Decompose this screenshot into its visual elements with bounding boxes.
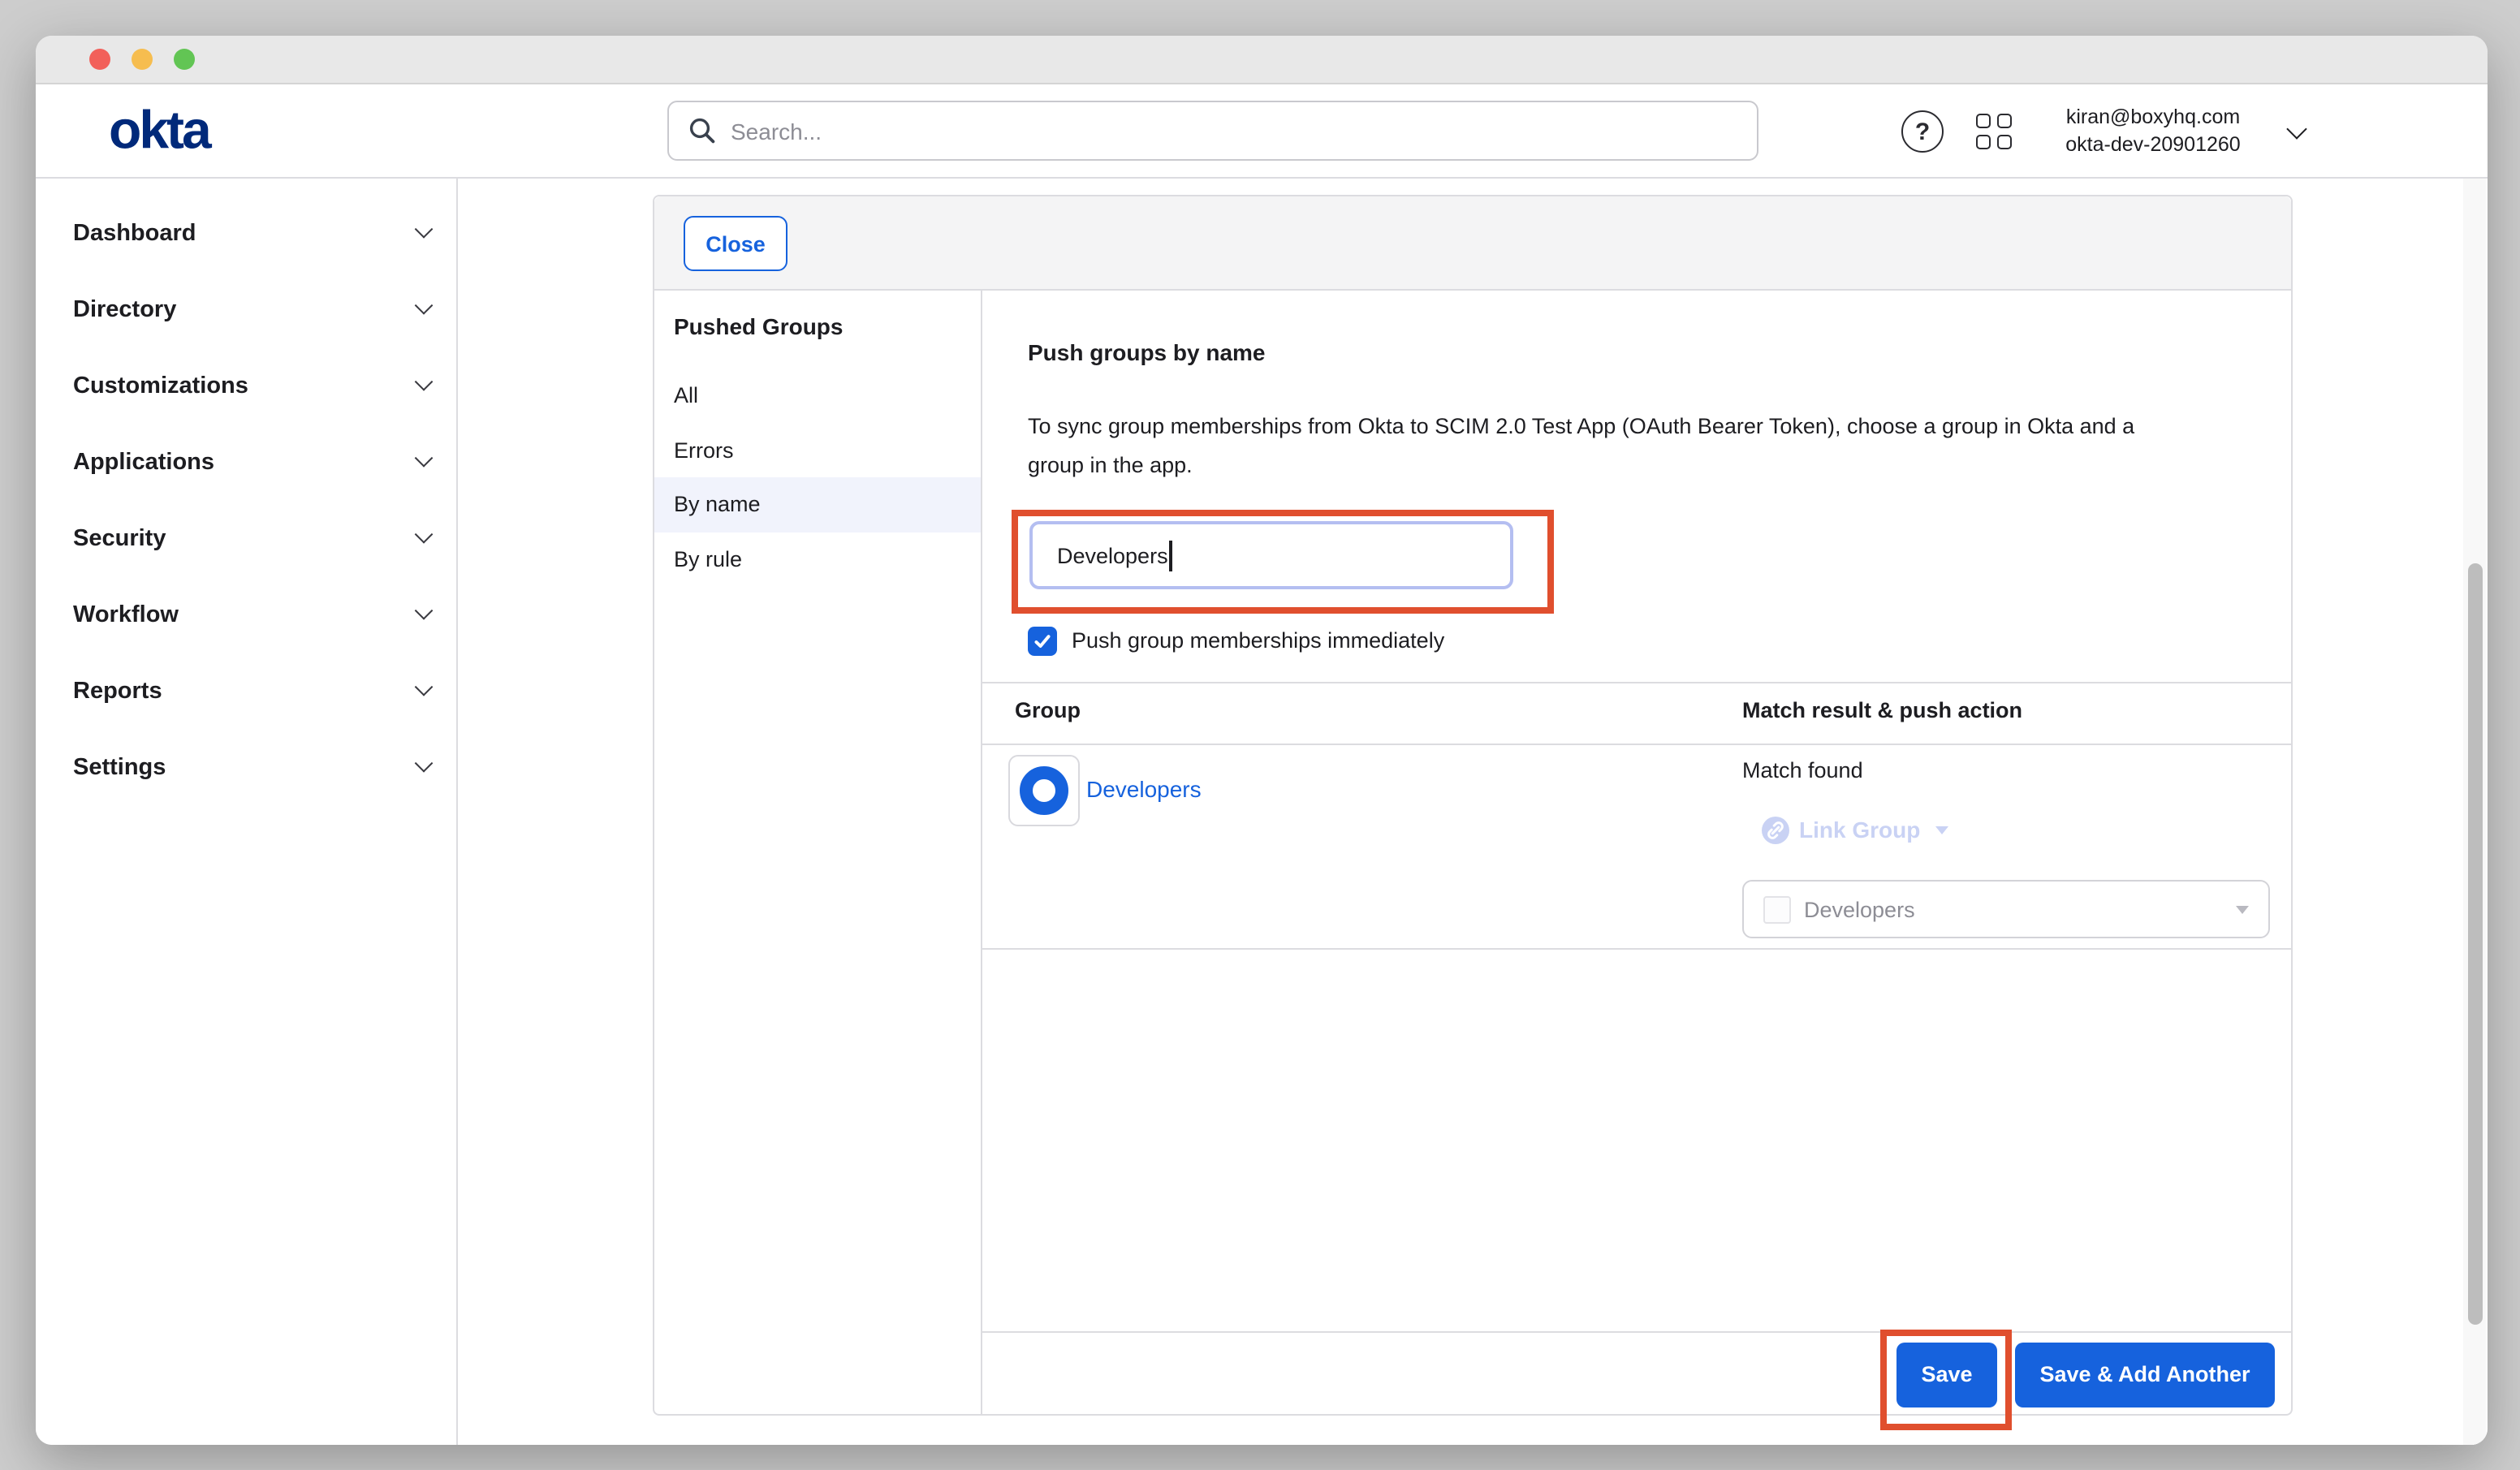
column-header-group: Group [1015, 698, 1081, 722]
account-email: kiran@boxyhq.com [2030, 104, 2276, 131]
link-group-label: Link Group [1799, 817, 1920, 843]
text-cursor [1170, 540, 1172, 571]
sidebar-item-dashboard[interactable]: Dashboard [73, 219, 430, 248]
sidebar-item-label: Customizations [73, 373, 248, 399]
sidebar-item-security[interactable]: Security [73, 524, 430, 554]
link-group-button[interactable]: Link Group [1762, 816, 1948, 843]
search-input[interactable]: Search... [667, 101, 1758, 161]
sidebar-item-label: Applications [73, 450, 214, 476]
nav-item-errors[interactable]: Errors [654, 423, 981, 477]
okta-group-icon [1008, 755, 1080, 826]
dialog-content: Push groups by name To sync group member… [982, 291, 2291, 1414]
app-body: Dashboard Directory Customizations Appli… [36, 179, 2488, 1445]
sidebar-item-label: Workflow [73, 602, 179, 628]
push-immediately-label: Push group memberships immediately [1072, 627, 1444, 652]
match-status: Match found [1742, 758, 1863, 782]
app-group-placeholder-icon [1763, 895, 1791, 923]
sidebar-item-label: Settings [73, 755, 166, 781]
app-group-select-value: Developers [1804, 897, 2223, 921]
column-header-match: Match result & push action [1742, 698, 2022, 722]
nav-item-by-name[interactable]: By name [654, 477, 981, 532]
sidebar-item-directory[interactable]: Directory [73, 295, 430, 325]
sidebar: Dashboard Directory Customizations Appli… [36, 179, 458, 1445]
window-close-icon[interactable] [89, 49, 110, 70]
main-content: Close Pushed Groups All Errors [458, 179, 2488, 1445]
window-zoom-icon[interactable] [174, 49, 195, 70]
push-immediately-checkbox[interactable] [1028, 627, 1056, 655]
account-chevron-down-icon[interactable] [2286, 119, 2306, 139]
description-line-1: To sync group memberships from Okta to S… [1028, 407, 2134, 446]
annotation-rect-save [1880, 1330, 2012, 1430]
account-org: okta-dev-20901260 [2030, 131, 2276, 159]
chevron-down-icon [415, 373, 434, 391]
app-group-select[interactable]: Developers [1742, 880, 2270, 938]
chevron-down-icon [415, 296, 434, 315]
app-topbar: okta Search... ? kiran@boxyhq.com okta-d… [36, 84, 2488, 179]
okta-ring-icon [1020, 766, 1068, 815]
close-button[interactable]: Close [684, 216, 788, 271]
page-title: Push groups by name [1028, 338, 1266, 364]
link-icon [1762, 816, 1789, 843]
description-text: To sync group memberships from Okta to S… [1028, 407, 2134, 486]
save-add-another-button[interactable]: Save & Add Another [2015, 1342, 2275, 1407]
footer-top-border [982, 1331, 2291, 1333]
nav-item-all[interactable]: All [654, 369, 981, 423]
help-icon[interactable]: ? [1901, 110, 1944, 153]
scrollbar-thumb[interactable] [2468, 563, 2483, 1325]
window-minimize-icon[interactable] [132, 49, 153, 70]
nav-item-label: By rule [674, 547, 742, 571]
sidebar-item-label: Security [73, 526, 166, 552]
chevron-down-icon [415, 220, 434, 239]
checkmark-icon [1033, 632, 1052, 651]
sidebar-item-reports[interactable]: Reports [73, 677, 430, 706]
caret-down-icon [1935, 826, 1948, 834]
group-name-input-value: Developers [1057, 543, 1168, 567]
table-header-border [982, 743, 2291, 744]
nav-item-label: Errors [674, 438, 734, 463]
screenshot-stage: okta Search... ? kiran@boxyhq.com okta-d… [0, 0, 2520, 1470]
apps-grid-icon[interactable] [1976, 114, 2012, 149]
sidebar-item-settings[interactable]: Settings [73, 753, 430, 782]
chevron-down-icon [415, 525, 434, 544]
nav-item-by-rule[interactable]: By rule [654, 532, 981, 586]
sidebar-item-customizations[interactable]: Customizations [73, 372, 430, 401]
sidebar-item-workflow[interactable]: Workflow [73, 601, 430, 630]
dialog-body: Pushed Groups All Errors By name [654, 291, 2291, 1414]
search-placeholder: Search... [731, 118, 822, 144]
browser-window: okta Search... ? kiran@boxyhq.com okta-d… [36, 36, 2488, 1445]
sidebar-item-label: Directory [73, 297, 176, 323]
search-icon [688, 117, 716, 144]
chevron-down-icon [415, 754, 434, 773]
window-titlebar [36, 36, 2488, 84]
sidebar-item-label: Reports [73, 679, 162, 705]
dialog-header: Close [654, 196, 2291, 291]
chevron-down-icon [415, 449, 434, 468]
sidebar-item-applications[interactable]: Applications [73, 448, 430, 477]
pushed-groups-nav: Pushed Groups All Errors By name [654, 291, 982, 1414]
group-link[interactable]: Developers [1086, 776, 1202, 802]
nav-item-label: All [674, 384, 698, 408]
chevron-down-icon [415, 678, 434, 696]
description-line-2: group in the app. [1028, 446, 2134, 486]
okta-logo[interactable]: okta [109, 98, 209, 160]
account-menu[interactable]: kiran@boxyhq.com okta-dev-20901260 [2030, 104, 2276, 159]
select-caret-down-icon [2236, 905, 2249, 913]
sidebar-item-label: Dashboard [73, 221, 196, 247]
row-bottom-border [982, 948, 2291, 950]
nav-item-label: By name [674, 493, 761, 517]
chevron-down-icon [415, 601, 434, 620]
group-name-input[interactable]: Developers [1029, 521, 1513, 589]
push-groups-dialog: Close Pushed Groups All Errors [653, 195, 2293, 1416]
table-top-border [982, 682, 2291, 683]
pushed-groups-title: Pushed Groups [674, 313, 843, 339]
